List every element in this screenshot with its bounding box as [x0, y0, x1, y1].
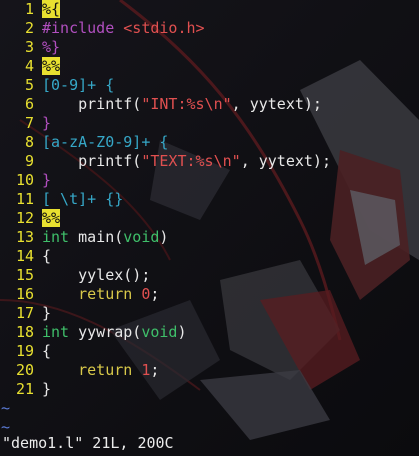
code-token: , yytext); — [231, 95, 322, 113]
code-token: %% — [42, 209, 61, 227]
line-number: 6 — [24, 95, 34, 113]
code-text: int main(void) — [42, 228, 168, 247]
code-token: "TEXT:%s\n" — [141, 152, 241, 170]
code-token: yylex(); — [42, 266, 151, 284]
code-token: yywrap( — [69, 323, 142, 341]
code-token: %} — [42, 38, 61, 56]
code-token: [a-zA-Z0-9]+ { — [42, 133, 169, 151]
code-token: "INT:%s\n" — [141, 95, 232, 113]
code-token: main( — [69, 228, 124, 246]
code-token: ) — [177, 323, 187, 341]
code-token: ; — [150, 361, 160, 379]
text-cursor: %{ — [42, 0, 61, 18]
code-text: } — [42, 304, 51, 323]
code-token: printf( — [42, 95, 142, 113]
line-number: 18 — [15, 323, 34, 341]
line-number: 14 — [15, 247, 34, 265]
line-number: 2 — [24, 19, 34, 37]
code-token: [0-9]+ { — [42, 76, 115, 94]
code-token: } — [42, 171, 52, 189]
code-text: return 0; — [42, 285, 159, 304]
line-number: 3 — [24, 38, 34, 56]
status-line: "demo1.l" 21L, 200C — [2, 434, 174, 452]
line-number: 8 — [24, 133, 34, 151]
code-token: return — [78, 361, 133, 379]
code-token: ; — [150, 285, 160, 303]
line-number: 10 — [15, 171, 34, 189]
line-number: 4 — [24, 57, 34, 75]
code-token: int — [42, 323, 70, 341]
code-text: } — [42, 380, 51, 399]
code-token: } — [42, 380, 52, 398]
code-text: } — [42, 114, 51, 133]
code-text: [0-9]+ { — [42, 76, 114, 95]
code-text: #include <stdio.h> — [42, 19, 205, 38]
code-text: %% — [42, 209, 61, 228]
line-number: 15 — [15, 266, 34, 284]
line-number: 16 — [15, 285, 34, 303]
code-token: void — [141, 323, 178, 341]
code-text: %} — [42, 38, 60, 57]
code-text: %% — [42, 57, 61, 76]
code-token: <stdio.h> — [123, 19, 205, 37]
empty-line-tilde: ~ — [1, 399, 11, 417]
line-number: 20 — [15, 361, 34, 379]
line-number: 21 — [15, 380, 34, 398]
code-token: { — [42, 342, 52, 360]
line-number: 17 — [15, 304, 34, 322]
line-number: 11 — [15, 190, 34, 208]
code-text: { — [42, 247, 51, 266]
line-number: 1 — [24, 0, 34, 18]
code-text: printf("TEXT:%s\n", yytext); — [42, 152, 331, 171]
code-token: #include — [42, 19, 124, 37]
line-number: 13 — [15, 228, 34, 246]
code-text: [a-zA-Z0-9]+ { — [42, 133, 168, 152]
code-text: { — [42, 342, 51, 361]
code-token: [ \t]+ {} — [42, 190, 124, 208]
line-number: 9 — [24, 152, 34, 170]
code-text: [ \t]+ {} — [42, 190, 123, 209]
line-number: 7 — [24, 114, 34, 132]
code-token: } — [42, 304, 52, 322]
code-text: int yywrap(void) — [42, 323, 187, 342]
code-text: printf("INT:%s\n", yytext); — [42, 95, 322, 114]
code-token: { — [42, 247, 52, 265]
line-number: 5 — [24, 76, 34, 94]
code-text: %{ — [42, 0, 61, 19]
line-number: 12 — [15, 209, 34, 227]
code-token: , yytext); — [240, 152, 331, 170]
code-token: } — [42, 114, 52, 132]
code-text: } — [42, 171, 51, 190]
code-token: ) — [159, 228, 169, 246]
code-token: void — [123, 228, 160, 246]
code-token: printf( — [42, 152, 142, 170]
code-token: %% — [42, 57, 61, 75]
line-number: 19 — [15, 342, 34, 360]
code-text: yylex(); — [42, 266, 150, 285]
code-token: return — [78, 285, 133, 303]
code-text: return 1; — [42, 361, 159, 380]
code-token: int — [42, 228, 70, 246]
